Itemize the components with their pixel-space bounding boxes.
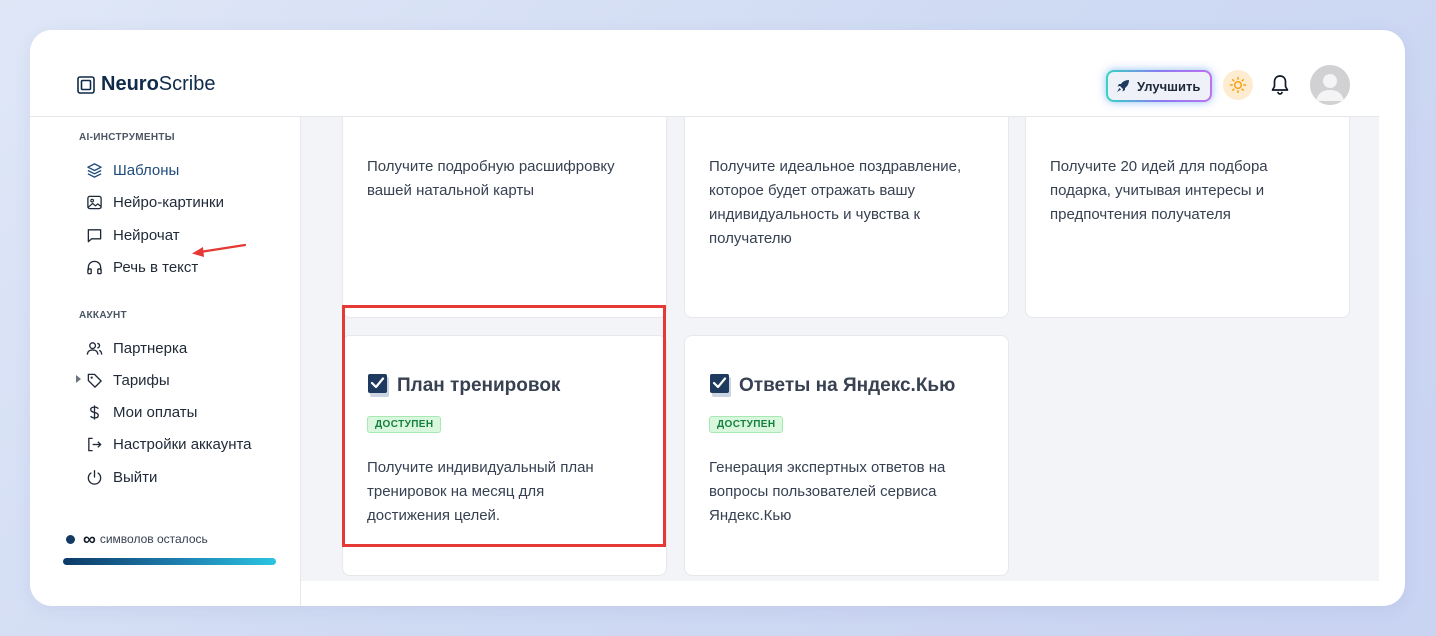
users-icon	[86, 342, 103, 355]
symbols-remaining: ∞ символов осталось	[66, 530, 208, 548]
app-logo[interactable]: Neuro Scribe	[77, 73, 216, 96]
upgrade-label: Улучшить	[1137, 78, 1201, 94]
logo-text-light: Scribe	[158, 73, 216, 95]
image-icon	[87, 195, 102, 210]
template-card-training-plan[interactable]: План тренировок ДОСТУПЕН Получите индиви…	[342, 335, 667, 576]
sidebar-item-label: Нейро-картинки	[113, 194, 224, 211]
sidebar-item-partner[interactable]: Партнерка	[86, 340, 187, 357]
sun-icon	[1229, 76, 1247, 94]
card-description: Получите 20 идей для подбора подарка, уч…	[1050, 158, 1268, 223]
section-title-account: АККАУНТ	[79, 310, 127, 321]
logout-arrow-icon	[88, 437, 102, 452]
sidebar-item-label: Мои оплаты	[113, 404, 198, 421]
sidebar-item-payments[interactable]: Мои оплаты	[86, 404, 197, 421]
expand-caret-icon[interactable]	[76, 375, 81, 383]
checkbox-icon	[368, 374, 389, 397]
sidebar-item-label: Партнерка	[113, 340, 188, 357]
sidebar-item-neurochat[interactable]: Нейрочат	[86, 227, 180, 244]
sidebar: AI-ИНСТРУМЕНТЫ Шаблоны Нейро-картинки Не…	[30, 117, 301, 606]
card-description: Получите подробную расшифровку вашей нат…	[367, 158, 615, 199]
user-silhouette-icon	[1310, 65, 1350, 105]
dollar-icon	[90, 405, 99, 420]
sidebar-item-label: Нейрочат	[113, 227, 180, 244]
layers-icon	[87, 163, 102, 178]
rocket-icon	[1117, 80, 1129, 92]
card-description: Генерация экспертных ответов на вопросы …	[709, 459, 946, 524]
top-header: Neuro Scribe Улучшить	[30, 30, 1379, 117]
card-title: Ответы на Яндекс.Кью	[709, 372, 955, 400]
upgrade-button[interactable]: Улучшить	[1106, 70, 1212, 102]
template-card-yandex-q[interactable]: Ответы на Яндекс.Кью ДОСТУПЕН Генерация …	[684, 335, 1009, 576]
notifications-button[interactable]	[1270, 74, 1290, 101]
checkbox-icon	[710, 374, 731, 397]
remaining-label: символов осталось	[99, 532, 208, 546]
card-description: Получите индивидуальный план тренировок …	[367, 459, 594, 524]
logo-icon	[77, 75, 95, 94]
card-description: Получите идеальное поздравление, которое…	[709, 158, 962, 247]
sidebar-item-tariffs[interactable]: Тарифы	[86, 372, 170, 389]
bell-icon	[1271, 75, 1289, 95]
annotation-arrow	[192, 243, 247, 257]
sidebar-item-label: Речь в текст	[113, 259, 199, 276]
logo-text-bold: Neuro	[101, 73, 159, 95]
sidebar-item-label: Выйти	[113, 469, 158, 486]
sidebar-item-templates[interactable]: Шаблоны	[86, 162, 179, 179]
card-title: План тренировок	[367, 372, 560, 400]
sidebar-item-neuro-images[interactable]: Нейро-картинки	[86, 194, 224, 211]
sidebar-item-logout[interactable]: Выйти	[86, 469, 157, 486]
chat-icon	[87, 229, 102, 243]
template-card[interactable]: Получите подробную расшифровку вашей нат…	[342, 117, 667, 318]
tag-icon	[87, 373, 102, 388]
theme-toggle-button[interactable]	[1223, 70, 1253, 100]
remaining-value: ∞	[83, 529, 96, 549]
sidebar-item-label: Шаблоны	[113, 162, 180, 179]
section-title-ai-tools: AI-ИНСТРУМЕНТЫ	[79, 132, 175, 143]
sidebar-item-speech-to-text[interactable]: Речь в текст	[86, 259, 198, 276]
sidebar-item-account-settings[interactable]: Настройки аккаунта	[86, 436, 252, 453]
status-badge: ДОСТУПЕН	[709, 416, 784, 433]
templates-grid: Получите подробную расшифровку вашей нат…	[301, 117, 1379, 581]
status-dot	[66, 534, 75, 544]
template-card[interactable]: Получите идеальное поздравление, которое…	[684, 117, 1009, 318]
sidebar-item-label: Тарифы	[113, 372, 170, 389]
app-window: Neuro Scribe Улучшить AI-ИНСТРУМЕНТЫ Шаб…	[30, 30, 1405, 606]
sidebar-item-label: Настройки аккаунта	[113, 436, 252, 453]
status-badge: ДОСТУПЕН	[367, 416, 442, 433]
symbols-progress-bar	[63, 558, 276, 565]
power-icon	[87, 470, 102, 485]
user-avatar[interactable]	[1310, 65, 1350, 105]
headphones-icon	[87, 260, 102, 275]
template-card[interactable]: Получите 20 идей для подбора подарка, уч…	[1025, 117, 1350, 318]
